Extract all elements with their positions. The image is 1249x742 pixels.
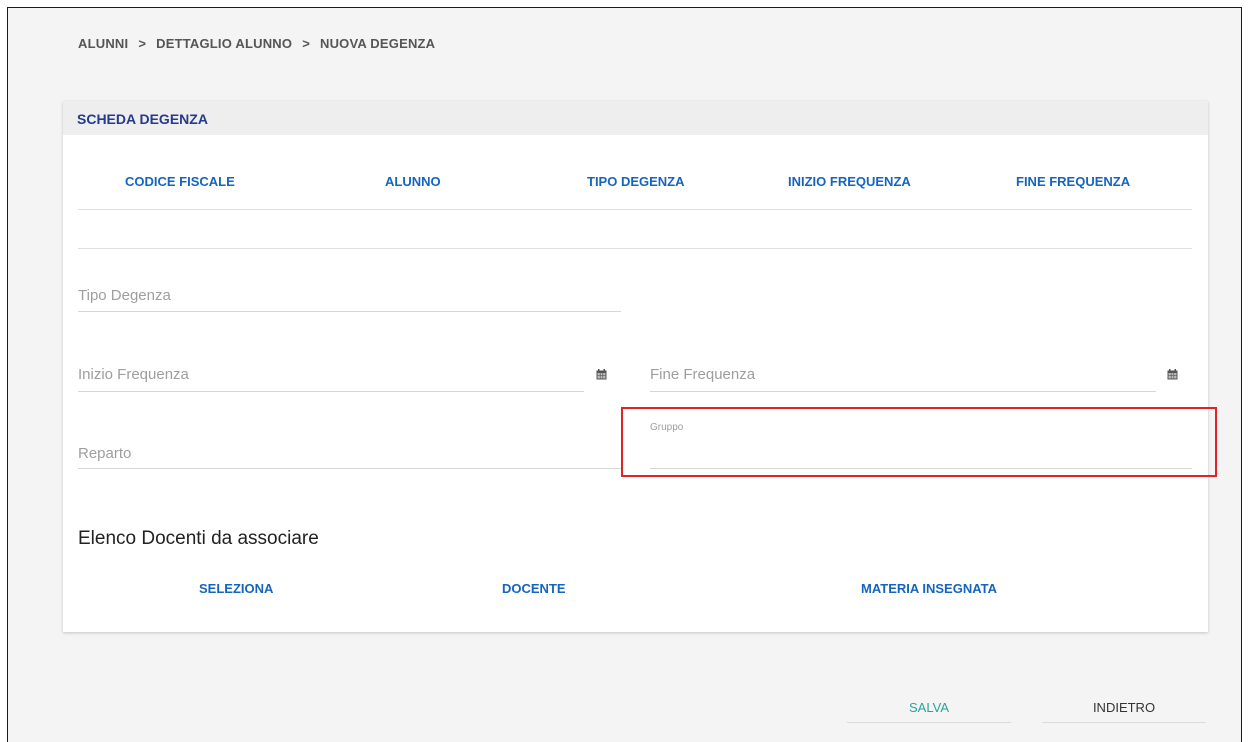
gruppo-highlight-box — [621, 407, 1217, 477]
calendar-icon[interactable] — [1167, 369, 1178, 380]
save-button[interactable]: SALVA — [847, 700, 1011, 715]
breadcrumb-item-nuova-degenza: NUOVA DEGENZA — [319, 36, 436, 51]
breadcrumb-item-dettaglio-alunno[interactable]: DETTAGLIO ALUNNO — [156, 36, 292, 51]
docenti-header-docente[interactable]: DOCENTE — [502, 581, 566, 596]
tipo-degenza-select[interactable] — [78, 311, 621, 312]
column-header-fine-frequenza[interactable]: FINE FREQUENZA — [1016, 174, 1130, 189]
fine-frequenza-input[interactable] — [650, 391, 1156, 392]
docenti-header-seleziona[interactable]: SELEZIONA — [199, 581, 273, 596]
inizio-frequenza-label: Inizio Frequenza — [78, 366, 189, 383]
card-header: SCHEDA DEGENZA — [63, 101, 1208, 135]
breadcrumb-item-alunni[interactable]: ALUNNI — [78, 36, 128, 51]
docenti-header-materia-insegnata[interactable]: MATERIA INSEGNATA — [861, 581, 997, 596]
breadcrumb-separator: > — [138, 36, 147, 51]
breadcrumb: ALUNNI > DETTAGLIO ALUNNO > NUOVA DEGENZA — [78, 36, 435, 51]
back-button-underline — [1042, 722, 1206, 723]
card-title: SCHEDA DEGENZA — [77, 111, 208, 127]
docenti-section-title: Elenco Docenti da associare — [78, 528, 319, 549]
save-button-underline — [847, 722, 1011, 723]
reparto-select[interactable] — [78, 468, 621, 469]
column-header-tipo-degenza[interactable]: TIPO DEGENZA — [587, 174, 685, 189]
calendar-icon[interactable] — [596, 369, 607, 380]
breadcrumb-separator: > — [302, 36, 310, 51]
table-row-divider — [78, 248, 1192, 249]
table-header-divider — [78, 209, 1192, 210]
column-header-codice-fiscale[interactable]: CODICE FISCALE — [125, 174, 235, 189]
tipo-degenza-label: Tipo Degenza — [78, 287, 171, 304]
inizio-frequenza-input[interactable] — [78, 391, 584, 392]
fine-frequenza-label: Fine Frequenza — [650, 366, 756, 383]
column-header-alunno[interactable]: ALUNNO — [385, 174, 441, 189]
scheda-degenza-card: SCHEDA DEGENZA CODICE FISCALE ALUNNO TIP… — [63, 101, 1208, 632]
back-button[interactable]: INDIETRO — [1042, 700, 1206, 715]
reparto-label: Reparto — [78, 445, 132, 462]
column-header-inizio-frequenza[interactable]: INIZIO FREQUENZA — [788, 174, 911, 189]
